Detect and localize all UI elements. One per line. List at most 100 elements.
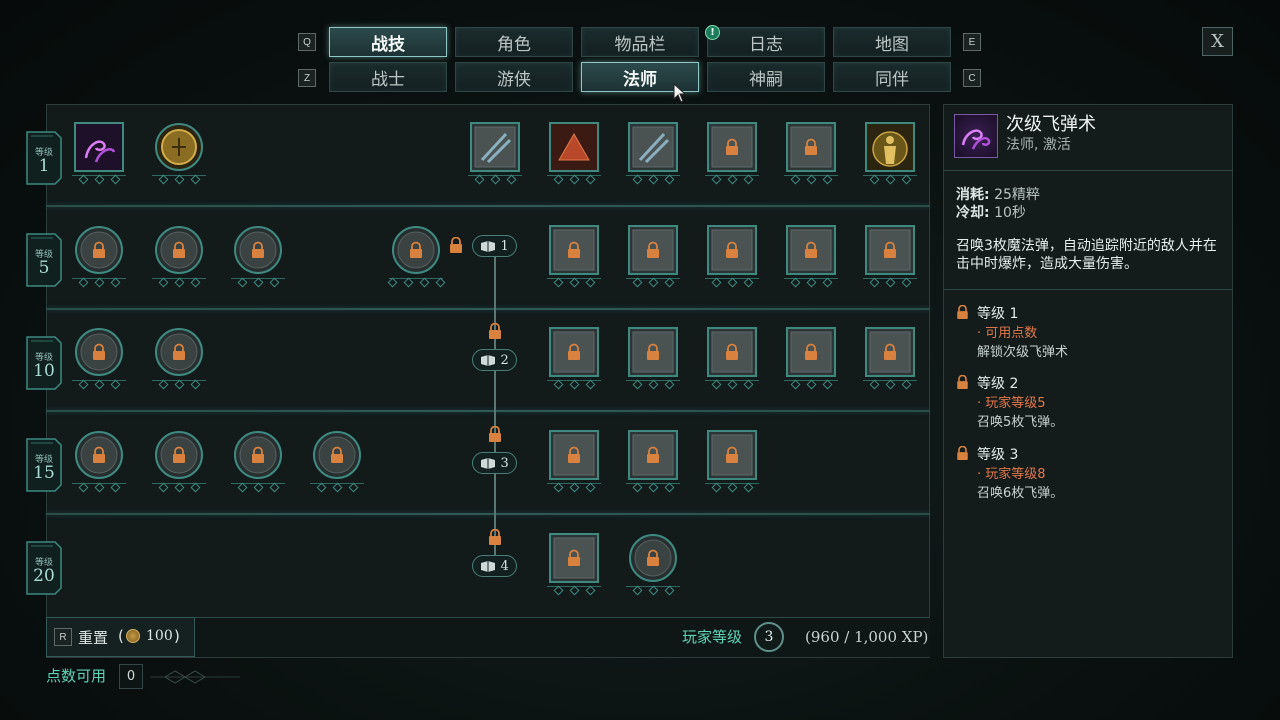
skill-node[interactable] xyxy=(72,225,126,288)
skill-node[interactable] xyxy=(72,327,126,390)
tab-map[interactable]: 地图 xyxy=(833,27,951,57)
skill-node[interactable] xyxy=(72,430,126,493)
row-divider xyxy=(46,513,930,515)
skill-node[interactable] xyxy=(152,225,206,288)
rank-pip xyxy=(632,174,642,185)
skill-node[interactable] xyxy=(387,225,445,288)
skill-node[interactable] xyxy=(152,122,206,185)
rank-node-3[interactable]: 3 xyxy=(472,452,517,474)
close-button[interactable]: X xyxy=(1202,27,1233,56)
key-hint-c[interactable]: C xyxy=(963,69,981,87)
tab-character[interactable]: 角色 xyxy=(455,27,573,57)
skill-node[interactable] xyxy=(705,430,759,493)
row-divider xyxy=(46,308,930,310)
row-divider xyxy=(46,205,930,207)
rank-pip xyxy=(190,277,200,288)
key-hint-q[interactable]: Q xyxy=(298,33,316,51)
skill-node[interactable] xyxy=(547,533,601,596)
rank-pip xyxy=(174,482,184,493)
lock-icon xyxy=(957,305,968,319)
tab-companion[interactable]: 同伴 xyxy=(833,62,951,92)
tab-warrior[interactable]: 战士 xyxy=(329,62,447,92)
rank-pip xyxy=(648,277,658,288)
skill-node[interactable] xyxy=(231,430,285,493)
skill-node[interactable] xyxy=(863,225,917,288)
player-level-label: 玩家等级 xyxy=(682,628,743,646)
skill-node[interactable] xyxy=(547,430,601,493)
tab-combat-arts[interactable]: 战技 xyxy=(329,27,447,57)
rank-pip xyxy=(110,277,120,288)
skill-rank-pips xyxy=(467,174,523,186)
skill-subtitle: 法师, 激活 xyxy=(1006,137,1071,153)
skill-node[interactable] xyxy=(863,122,917,185)
skill-node[interactable] xyxy=(547,225,601,288)
skill-node[interactable] xyxy=(626,122,680,185)
skill-node[interactable] xyxy=(547,122,601,185)
skill-node[interactable] xyxy=(705,327,759,390)
rank-effect: 召唤5枚飞弹。 xyxy=(977,415,1064,430)
skill-node[interactable] xyxy=(705,225,759,288)
lock-icon xyxy=(489,323,501,339)
rank-pip xyxy=(648,174,658,185)
skill-node[interactable] xyxy=(626,533,680,596)
tab-ranger[interactable]: 游侠 xyxy=(455,62,573,92)
rank-node-2[interactable]: 2 xyxy=(472,349,517,371)
lock-icon xyxy=(957,446,968,460)
skill-node[interactable] xyxy=(705,122,759,185)
level-badge: 等级 20 xyxy=(25,536,63,600)
skill-rank-pips xyxy=(230,482,286,494)
skill-node[interactable] xyxy=(784,327,838,390)
skill-node[interactable] xyxy=(468,122,522,185)
skill-node[interactable] xyxy=(547,327,601,390)
locked-skill-icon xyxy=(628,430,678,480)
rank-pip xyxy=(664,277,674,288)
skill-node[interactable] xyxy=(784,122,838,185)
rank-pip xyxy=(727,277,737,288)
locked-skill-icon xyxy=(75,431,123,479)
rank-node-1[interactable]: 1 xyxy=(472,235,517,257)
rank-pip xyxy=(269,482,279,493)
rank-pip xyxy=(585,379,595,390)
tab-scion[interactable]: 神嗣 xyxy=(707,62,825,92)
rank-pip xyxy=(269,277,279,288)
skill-node[interactable] xyxy=(231,225,285,288)
skill-node[interactable] xyxy=(152,327,206,390)
skill-node[interactable] xyxy=(863,327,917,390)
rank-pip xyxy=(806,277,816,288)
key-hint-e[interactable]: E xyxy=(963,33,981,51)
locked-skill-icon xyxy=(155,431,203,479)
key-hint-z[interactable]: Z xyxy=(298,69,316,87)
rank-pip xyxy=(553,174,563,185)
skill-rank-pips xyxy=(546,277,602,289)
locked-skill-icon xyxy=(707,225,757,275)
skill-node[interactable] xyxy=(626,225,680,288)
skill-node[interactable] xyxy=(626,327,680,390)
rank-title: 等级 3 xyxy=(977,447,1019,463)
skill-rank-pips xyxy=(151,379,207,391)
skill-rank-pips xyxy=(546,379,602,391)
rank-pip xyxy=(158,379,168,390)
rank-pip xyxy=(474,174,484,185)
key-hint-r[interactable]: R xyxy=(54,628,72,646)
tab-journal[interactable]: 日志 xyxy=(707,27,825,57)
skill-rank-pips xyxy=(783,174,839,186)
skill-node[interactable] xyxy=(310,430,364,493)
level-badge: 等级 10 xyxy=(25,331,63,395)
rank-pip xyxy=(711,174,721,185)
skill-node[interactable] xyxy=(626,430,680,493)
points-available-value: 0 xyxy=(119,664,143,689)
rank-pip xyxy=(78,379,88,390)
skill-node[interactable] xyxy=(152,430,206,493)
rank-pip xyxy=(664,379,674,390)
skill-rank-pips xyxy=(704,379,760,391)
rank-number: 4 xyxy=(500,558,509,574)
rank-pip xyxy=(316,482,326,493)
book-icon xyxy=(481,561,496,572)
skill-node[interactable] xyxy=(784,225,838,288)
rank-pip xyxy=(885,379,895,390)
tab-inventory[interactable]: 物品栏 xyxy=(581,27,699,57)
rank-node-4[interactable]: 4 xyxy=(472,555,517,577)
rank-pip xyxy=(190,174,200,185)
skill-node[interactable] xyxy=(72,122,126,185)
rank-pip xyxy=(237,277,247,288)
